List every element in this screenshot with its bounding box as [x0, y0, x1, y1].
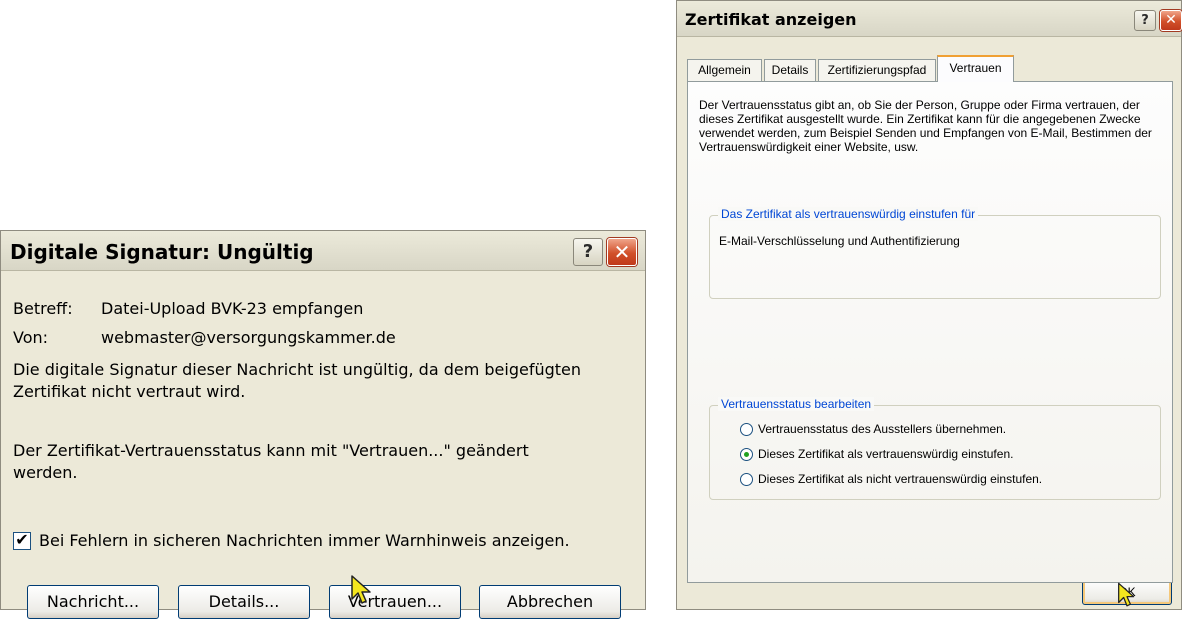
radio-label[interactable]: Vertrauensstatus des Ausstellers überneh… [758, 422, 1006, 436]
radio-label[interactable]: Dieses Zertifikat als vertrauenswürdig e… [758, 447, 1013, 461]
tab-trust[interactable]: Vertrauen [937, 55, 1014, 82]
radio-label[interactable]: Dieses Zertifikat als nicht vertrauenswü… [758, 472, 1042, 486]
tab-general[interactable]: Allgemein [687, 59, 762, 81]
mouse-pointer-icon [351, 575, 371, 604]
edit-trust-title: Vertrauensstatus bearbeiten [718, 397, 875, 411]
radio-button[interactable] [740, 473, 753, 486]
message-button[interactable]: Nachricht... [27, 585, 159, 619]
trust-description: Der Vertrauensstatus gibt an, ob Sie der… [699, 98, 1152, 154]
radio-button[interactable] [740, 423, 753, 436]
close-button[interactable]: ✕ [607, 238, 637, 266]
tab-details[interactable]: Details [764, 59, 816, 81]
trusted-purposes-group: Das Zertifikat als vertrauenswürdig eins… [709, 207, 1161, 299]
digital-signature-dialog: Digitale Signatur: Ungültig ? ✕ Betreff:… [0, 230, 646, 619]
trust-hint: Der Zertifikat-Vertrauensstatus kann mit… [13, 441, 529, 482]
view-certificate-dialog: Zertifikat anzeigen ? ✕ Allgemein Detail… [676, 0, 1182, 610]
title-bar[interactable]: Zertifikat anzeigen ? ✕ [677, 1, 1182, 37]
mouse-pointer-icon [1118, 582, 1135, 607]
checkmark-icon: ✔ [15, 530, 29, 549]
help-button[interactable]: ? [1134, 10, 1156, 31]
tab-certification-path[interactable]: Zertifizierungspfad [818, 59, 936, 81]
close-button[interactable]: ✕ [1160, 10, 1182, 31]
details-button[interactable]: Details... [178, 585, 310, 619]
trust-tab-panel: Der Vertrauensstatus gibt an, ob Sie der… [687, 81, 1173, 583]
edit-trust-group: Vertrauensstatus bearbeiten Vertrauensst… [709, 397, 1161, 500]
close-icon: ✕ [1165, 12, 1177, 28]
dialog-title: Zertifikat anzeigen [685, 10, 857, 29]
trusted-purposes-title: Das Zertifikat als vertrauenswürdig eins… [718, 207, 979, 221]
from-label: Von: [13, 328, 49, 347]
close-icon: ✕ [613, 240, 631, 264]
warning-checkbox-label[interactable]: Bei Fehlern in sicheren Nachrichten imme… [39, 531, 570, 550]
help-icon: ? [1141, 13, 1149, 28]
signature-message: Die digitale Signatur dieser Nachricht i… [13, 360, 582, 401]
subject-value: Datei-Upload BVK-23 empfangen [101, 299, 364, 318]
cancel-button[interactable]: Abbrechen [479, 585, 621, 619]
subject-label: Betreff: [13, 299, 73, 318]
warning-checkbox[interactable]: ✔ [13, 530, 31, 550]
trust-button[interactable]: Vertrauen... [329, 585, 461, 619]
from-value: webmaster@versorgungskammer.de [101, 328, 396, 347]
help-button[interactable]: ? [573, 238, 603, 266]
trusted-purpose-item: E-Mail-Verschlüsselung und Authentifizie… [719, 234, 960, 248]
help-icon: ? [582, 241, 594, 262]
dialog-title: Digitale Signatur: Ungültig [10, 240, 314, 264]
title-bar[interactable]: Digitale Signatur: Ungültig ? ✕ [1, 231, 645, 271]
radio-button-selected[interactable] [740, 448, 753, 461]
